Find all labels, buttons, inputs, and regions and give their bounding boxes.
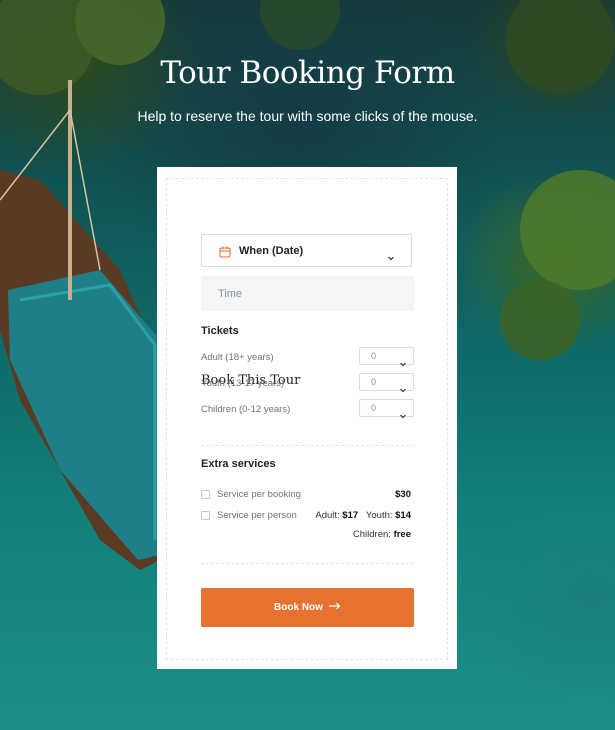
children-quantity-value: 0: [371, 403, 377, 413]
adult-price-value: $17: [342, 510, 359, 521]
adult-price-label: Adult:: [315, 510, 340, 521]
ticket-label-adult: Adult (18+ years): [201, 352, 274, 363]
page-subtitle: Help to reserve the tour with some click…: [137, 108, 478, 124]
page-title: Tour Booking Form: [160, 55, 455, 91]
children-price-row: Children: free: [353, 529, 411, 540]
chevron-down-icon: [400, 354, 406, 372]
children-price-label: Children:: [352, 529, 391, 540]
service-per-person-checkbox[interactable]: [201, 511, 210, 520]
adult-quantity-select[interactable]: 0: [359, 347, 414, 367]
adult-quantity-value: 0: [371, 351, 377, 361]
date-select-label: When (Date): [239, 245, 304, 257]
chevron-down-icon: [400, 380, 406, 398]
service-per-booking-price: $30: [395, 489, 411, 500]
service-per-person-label: Service per person: [217, 510, 297, 521]
youth-price-label: Youth:: [365, 510, 393, 521]
extras-heading: Extra services: [201, 458, 276, 470]
youth-price-value: $14: [395, 510, 411, 521]
tickets-heading: Tickets: [201, 325, 239, 337]
youth-quantity-value: 0: [371, 377, 377, 387]
service-per-person-prices: Adult: $17 Youth: $14: [315, 510, 411, 521]
children-price-value: free: [393, 529, 411, 540]
chevron-down-icon: [400, 406, 406, 424]
time-input[interactable]: [201, 276, 414, 311]
arrow-right-icon: [328, 602, 341, 613]
date-select[interactable]: When (Date): [201, 234, 412, 267]
chevron-down-icon: [388, 248, 394, 266]
divider: [201, 445, 414, 446]
book-now-label: Book Now: [274, 602, 323, 613]
price-value: $30: [395, 489, 411, 500]
service-per-booking-label: Service per booking: [217, 489, 301, 500]
calendar-icon: [219, 245, 231, 263]
service-per-booking-checkbox[interactable]: [201, 490, 210, 499]
book-now-button[interactable]: Book Now: [201, 588, 414, 627]
ticket-label-children: Children (0-12 years): [201, 404, 291, 415]
divider: [201, 563, 414, 564]
ticket-label-youth: Youth (13-17 years): [201, 378, 285, 389]
youth-quantity-select[interactable]: 0: [359, 373, 414, 393]
children-quantity-select[interactable]: 0: [359, 399, 414, 419]
